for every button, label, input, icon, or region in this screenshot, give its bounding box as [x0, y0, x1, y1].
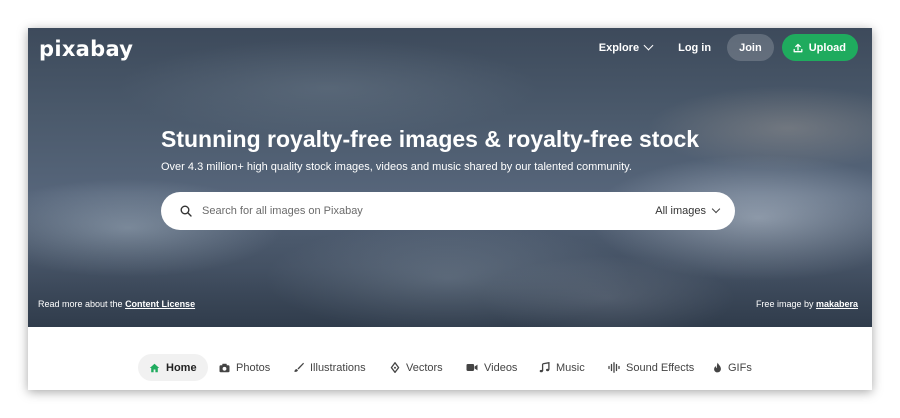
category-nav: Home Photos Illustrations Vectors Videos: [28, 327, 872, 390]
category-label: Sound Effects: [626, 361, 695, 374]
login-link[interactable]: Log in: [678, 42, 711, 54]
hero-subline: Over 4.3 million+ high quality stock ima…: [161, 161, 632, 173]
author-link[interactable]: makabera: [816, 299, 858, 309]
category-label: Music: [556, 361, 585, 374]
category-label: GIFs: [728, 361, 752, 374]
pixabay-logo[interactable]: pixabay: [39, 37, 133, 61]
search-icon[interactable]: [180, 205, 192, 217]
explore-menu-button[interactable]: Explore: [598, 40, 654, 54]
home-icon: [149, 363, 160, 373]
search-input[interactable]: [202, 205, 656, 217]
credit-prefix: Free image by: [755, 299, 816, 309]
chevron-down-icon: [711, 204, 721, 214]
category-videos[interactable]: Videos: [466, 354, 517, 381]
upload-label: Upload: [808, 41, 846, 54]
join-label: Join: [739, 41, 762, 54]
category-photos[interactable]: Photos: [219, 354, 270, 381]
license-note: Read more about the Content License: [38, 299, 195, 309]
category-label: Home: [166, 361, 197, 374]
upload-icon: [793, 43, 803, 53]
video-camera-icon: [466, 363, 478, 372]
category-label: Videos: [484, 361, 518, 374]
flame-icon: [713, 362, 722, 373]
category-gifs[interactable]: GIFs: [713, 354, 752, 381]
sound-wave-icon: [608, 362, 620, 373]
hero-banner: pixabay Explore Log in Join Upload Stunn…: [28, 28, 872, 327]
category-label: Photos: [236, 361, 271, 374]
content-license-link[interactable]: Content License: [125, 299, 195, 309]
category-vectors[interactable]: Vectors: [390, 354, 443, 381]
brush-icon: [293, 362, 304, 373]
search-type-label: All images: [655, 205, 706, 217]
camera-icon: [219, 363, 230, 373]
explore-label: Explore: [598, 41, 640, 54]
image-credit: Free image by makabera: [756, 299, 858, 309]
category-sound-effects[interactable]: Sound Effects: [608, 354, 694, 381]
search-bar: All images: [161, 192, 735, 230]
hero-headline: Stunning royalty-free images & royalty-f…: [161, 126, 700, 152]
search-type-dropdown[interactable]: All images: [655, 204, 721, 217]
pen-nib-icon: [390, 362, 400, 373]
category-label: Illustrations: [310, 361, 366, 374]
join-button[interactable]: Join: [727, 34, 774, 61]
upload-button[interactable]: Upload: [781, 34, 858, 61]
category-illustrations[interactable]: Illustrations: [293, 354, 366, 381]
music-note-icon: [539, 362, 550, 373]
chevron-down-icon: [643, 40, 654, 51]
pixabay-window: pixabay Explore Log in Join Upload Stunn…: [28, 28, 872, 390]
category-label: Vectors: [406, 361, 443, 374]
license-prefix: Read more about the: [38, 299, 126, 309]
category-music[interactable]: Music: [539, 354, 585, 381]
category-home[interactable]: Home: [138, 354, 208, 381]
top-nav: Explore Log in Join Upload: [599, 34, 858, 61]
